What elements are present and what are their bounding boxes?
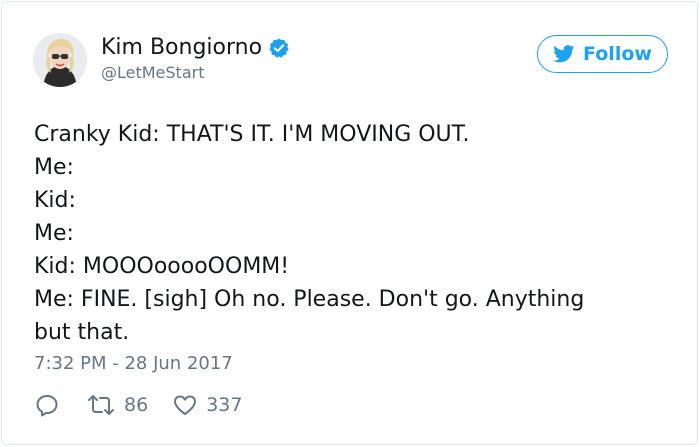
tweet-actions: 86 337 — [34, 392, 242, 418]
tweet-text-line: Me: — [34, 155, 74, 180]
reply-icon — [34, 392, 60, 418]
like-button[interactable]: 337 — [172, 392, 242, 418]
tweet-timestamp[interactable]: 7:32 PM - 28 Jun 2017 — [34, 353, 233, 375]
tweet-text-line: Kid: MOOOooooOOMM! — [34, 254, 290, 279]
reply-button[interactable] — [34, 392, 60, 418]
tweet-text: Cranky Kid: THAT'S IT. I'M MOVING OUT. M… — [34, 118, 674, 349]
like-count: 337 — [206, 394, 243, 416]
retweet-button[interactable]: 86 — [86, 392, 148, 418]
tweet-card: Kim Bongiorno @LetMeStart Follow Cranky … — [1, 1, 698, 445]
retweet-icon — [86, 392, 116, 418]
avatar[interactable] — [33, 33, 87, 87]
twitter-bird-icon — [553, 45, 575, 63]
heart-icon — [172, 392, 198, 418]
verified-badge-icon — [268, 37, 290, 59]
tweet-text-line: Kid: — [34, 188, 76, 213]
tweet-text-line: but that. — [34, 320, 130, 345]
tweet-text-line: Me: — [34, 221, 74, 246]
follow-button[interactable]: Follow — [537, 35, 668, 73]
author-handle[interactable]: @LetMeStart — [101, 63, 204, 83]
author-name-text: Kim Bongiorno — [101, 35, 263, 60]
tweet-text-line: Cranky Kid: THAT'S IT. I'M MOVING OUT. — [34, 122, 470, 147]
tweet-text-line: Me: FINE. [sigh] Oh no. Please. Don't go… — [34, 287, 585, 312]
author-name[interactable]: Kim Bongiorno — [101, 34, 290, 62]
follow-button-label: Follow — [583, 43, 652, 65]
retweet-count: 86 — [124, 394, 149, 416]
